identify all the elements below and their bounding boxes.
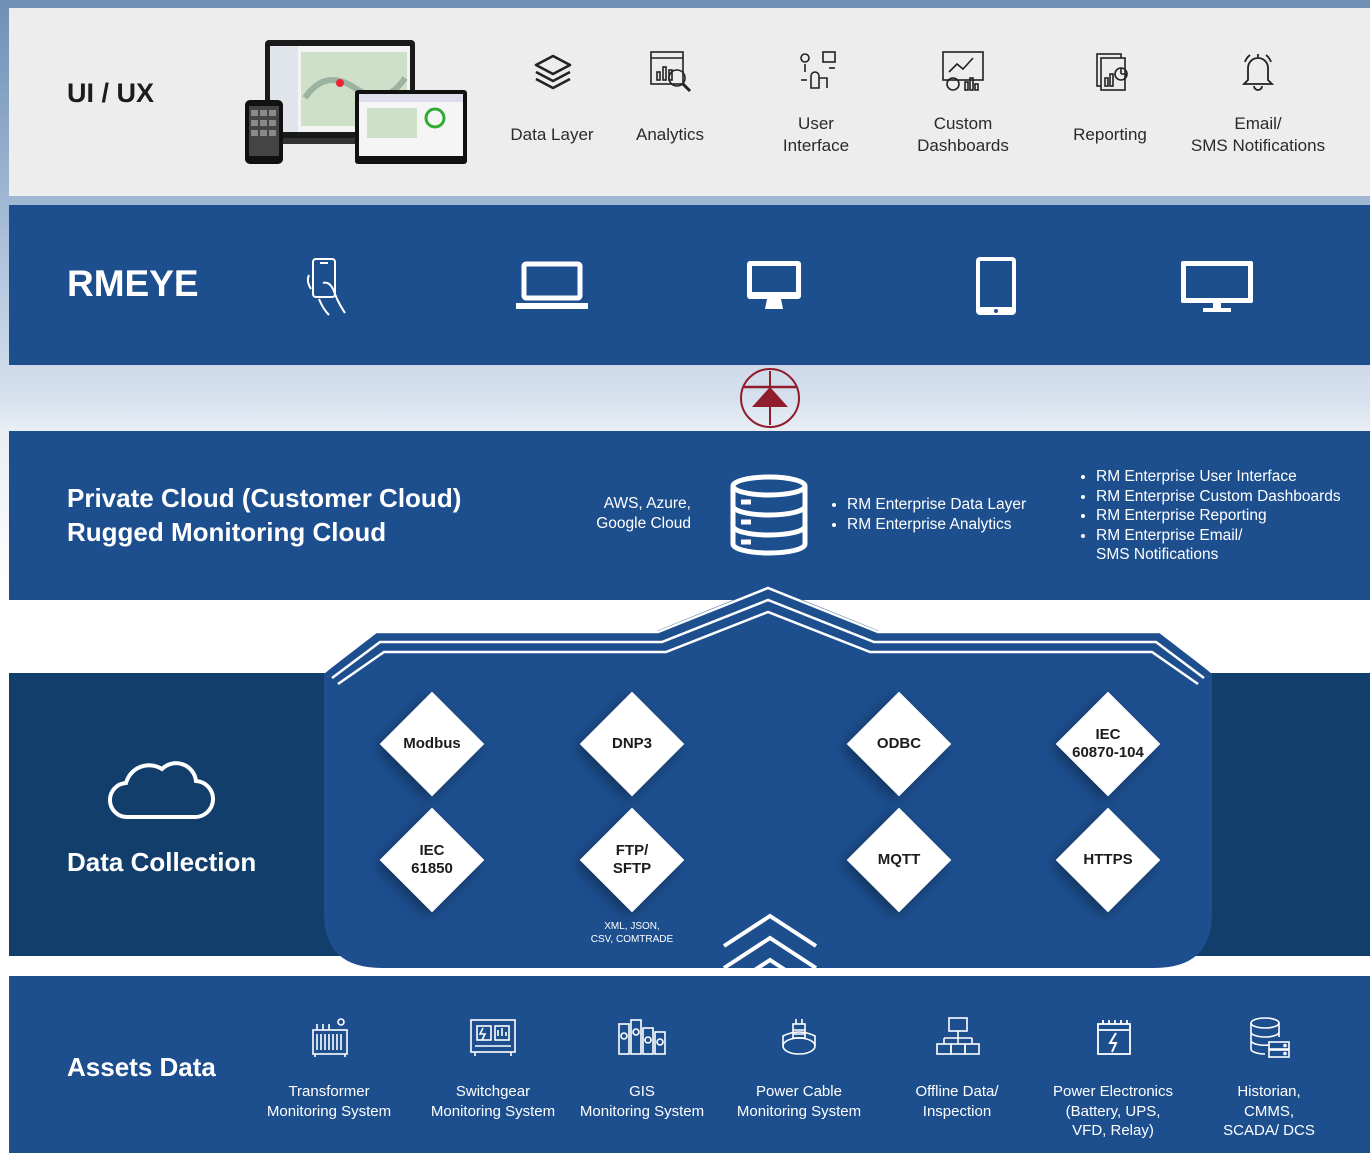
feature-label: Custom Dashboards bbox=[917, 114, 1009, 155]
feature-label: Reporting bbox=[1073, 125, 1147, 144]
list-item: RM Enterprise User Interface bbox=[1096, 467, 1341, 487]
layers-icon bbox=[534, 54, 572, 90]
dashboard-icon bbox=[942, 51, 984, 91]
rmeye-band: RMEYE bbox=[9, 205, 1370, 365]
asset-label: Switchgear Monitoring System bbox=[430, 1083, 556, 1120]
cloud-list-b: RM Enterprise User Interface RM Enterpri… bbox=[1078, 467, 1341, 565]
report-icon bbox=[1096, 53, 1128, 91]
rmeye-title: RMEYE bbox=[67, 263, 199, 304]
protocol-odbc: ODBC bbox=[846, 691, 952, 797]
battery-icon bbox=[1097, 1020, 1131, 1055]
analytics-icon bbox=[650, 51, 692, 93]
feature-label: Email/SMS Notifications bbox=[1190, 114, 1326, 155]
assets-title: Assets Data bbox=[67, 1052, 216, 1082]
protocol-iec-60870: IEC 60870-104 bbox=[1055, 691, 1161, 797]
cloud-providers: AWS, Azure, Google Cloud bbox=[596, 495, 691, 532]
transformer-icon bbox=[312, 1018, 348, 1057]
ftp-formats-note: XML, JSON, CSV, COMTRADE bbox=[590, 921, 674, 945]
database-icon bbox=[730, 474, 808, 556]
cloud-band: Private Cloud (Customer Cloud) Rugged Mo… bbox=[9, 431, 1370, 600]
tablet-icon bbox=[976, 257, 1016, 315]
list-item: RM Enterprise Analytics bbox=[847, 515, 1026, 535]
cloud-icon bbox=[108, 761, 216, 820]
protocol-mqtt: MQTT bbox=[846, 807, 952, 913]
protocol-ftp-sftp: FTP/SFTP bbox=[579, 807, 685, 913]
desktop-icon bbox=[747, 261, 801, 309]
asset-label: GIS Monitoring System bbox=[579, 1083, 705, 1120]
feature-reporting: Reporting bbox=[1055, 8, 1165, 196]
bell-icon bbox=[1241, 54, 1275, 91]
feature-label: User Interface bbox=[782, 114, 850, 155]
list-item: RM Enterprise Custom Dashboards bbox=[1096, 487, 1341, 507]
list-item: RM Enterprise Data Layer bbox=[847, 495, 1026, 515]
asset-label: Power Cable Monitoring System bbox=[736, 1083, 862, 1120]
feature-label: Data Layer bbox=[510, 125, 594, 144]
asset-label: Power Electronics (Battery, UPS, VFD, Rela… bbox=[1052, 1083, 1174, 1139]
protocol-dnp3: DNP3 bbox=[579, 691, 685, 797]
asset-label: Historian, CMMS, SCADA/ DCS bbox=[1223, 1083, 1315, 1139]
assets-band: Assets Data Transformer Monitoring System… bbox=[9, 976, 1370, 1153]
feature-data-layer: Data Layer bbox=[497, 8, 607, 196]
asset-label: Transformer Monitoring System bbox=[266, 1083, 392, 1120]
laptop-icon bbox=[516, 261, 588, 309]
asset-label: Offline Data/Inspection bbox=[915, 1083, 999, 1120]
list-item: RM Enterprise Reporting bbox=[1096, 506, 1341, 526]
monitor-icon bbox=[1181, 261, 1253, 312]
protocol-iec-61850: IEC 61850 bbox=[379, 807, 485, 913]
cloud-list-a: RM Enterprise Data Layer RM Enterprise A… bbox=[829, 495, 1026, 534]
phone-icon bbox=[306, 258, 346, 316]
cloud-title: Private Cloud (Customer Cloud) Rugged Mo… bbox=[67, 483, 462, 547]
list-item: RM Enterprise Email/ SMS Notifications bbox=[1096, 526, 1341, 565]
network-icon bbox=[936, 1017, 980, 1055]
feature-user-interface: User Interface bbox=[755, 8, 877, 196]
database-icon bbox=[1250, 1017, 1290, 1058]
protocol-https: HTTPS bbox=[1055, 807, 1161, 913]
feature-custom-dashboards: Custom Dashboards bbox=[901, 8, 1025, 196]
uiux-title: UI / UX bbox=[67, 78, 155, 108]
feature-label: Analytics bbox=[635, 125, 705, 144]
feature-email-sms: Email/SMS Notifications bbox=[1179, 8, 1337, 196]
switchgear-icon bbox=[470, 1019, 516, 1056]
devices-mockup-image bbox=[245, 40, 467, 164]
feature-analytics: Analytics bbox=[615, 8, 725, 196]
protocol-modbus: Modbus bbox=[379, 691, 485, 797]
up-arrow-icon bbox=[740, 368, 800, 428]
power-cable-icon bbox=[782, 1019, 816, 1055]
data-collection-title: Data Collection bbox=[67, 847, 257, 877]
user-interface-icon bbox=[800, 51, 836, 89]
uiux-band: UI / UX Data Layer Analytics User Interf… bbox=[9, 8, 1370, 196]
gis-icon bbox=[618, 1019, 666, 1055]
